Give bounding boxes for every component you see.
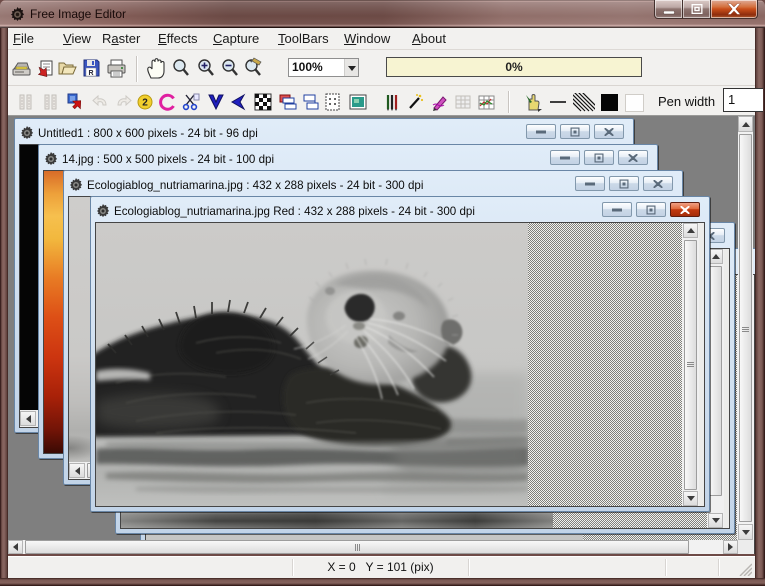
svg-text:R: R [88,70,93,77]
svg-text:2: 2 [142,98,148,109]
